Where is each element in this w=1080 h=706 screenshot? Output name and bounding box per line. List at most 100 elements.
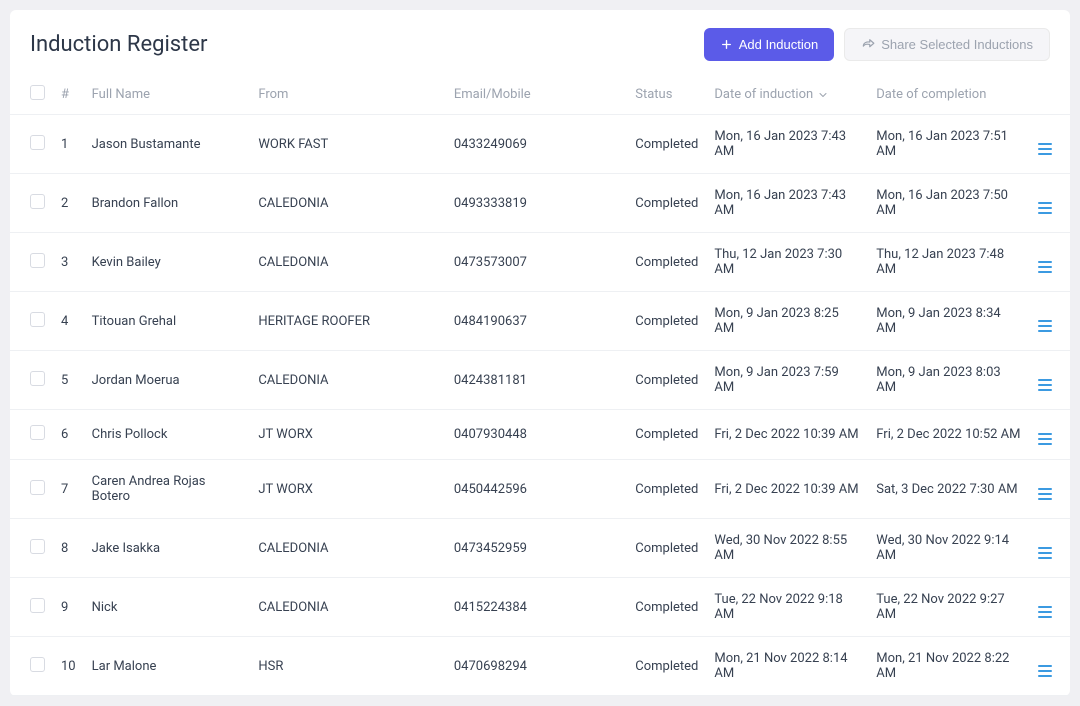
row-contact: 0473452959: [446, 519, 627, 578]
table-row: 9NickCALEDONIA0415224384CompletedTue, 22…: [10, 578, 1070, 637]
table-row: 6Chris PollockJT WORX0407930448Completed…: [10, 410, 1070, 460]
row-checkbox[interactable]: [30, 480, 45, 495]
row-name: Jason Bustamante: [84, 115, 251, 174]
row-contact: 0407930448: [446, 410, 627, 460]
col-induction-label: Date of induction: [714, 87, 813, 102]
row-checkbox[interactable]: [30, 539, 45, 554]
table-row: 10Lar MaloneHSR0470698294CompletedMon, 2…: [10, 637, 1070, 696]
row-name: Titouan Grehal: [84, 292, 251, 351]
select-all-checkbox[interactable]: [30, 85, 45, 100]
row-induction-date: Wed, 30 Nov 2022 8:55 AM: [706, 519, 868, 578]
row-from: JT WORX: [250, 410, 446, 460]
col-from-header[interactable]: From: [250, 75, 446, 115]
row-contact: 0433249069: [446, 115, 627, 174]
row-name: Jordan Moerua: [84, 351, 251, 410]
add-induction-button[interactable]: Add Induction: [704, 28, 835, 61]
row-induction-date: Mon, 9 Jan 2023 8:25 AM: [706, 292, 868, 351]
induction-table: # Full Name From Email/Mobile Status Dat…: [10, 75, 1070, 696]
row-from: CALEDONIA: [250, 233, 446, 292]
row-completion-date: Tue, 22 Nov 2022 9:27 AM: [868, 578, 1030, 637]
row-checkbox[interactable]: [30, 657, 45, 672]
row-num: 9: [53, 578, 84, 637]
row-checkbox[interactable]: [30, 425, 45, 440]
row-contact: 0493333819: [446, 174, 627, 233]
table-row: 5Jordan MoeruaCALEDONIA0424381181Complet…: [10, 351, 1070, 410]
row-status: Completed: [627, 578, 706, 637]
row-menu-icon[interactable]: [1038, 379, 1052, 391]
row-completion-date: Mon, 21 Nov 2022 8:22 AM: [868, 637, 1030, 696]
row-menu-icon[interactable]: [1038, 606, 1052, 618]
row-checkbox[interactable]: [30, 135, 45, 150]
row-menu-icon[interactable]: [1038, 202, 1052, 214]
row-status: Completed: [627, 410, 706, 460]
chevron-down-icon: [817, 89, 829, 101]
row-completion-date: Wed, 30 Nov 2022 9:14 AM: [868, 519, 1030, 578]
page-title: Induction Register: [30, 32, 207, 57]
table-row: 1Jason BustamanteWORK FAST0433249069Comp…: [10, 115, 1070, 174]
row-checkbox[interactable]: [30, 371, 45, 386]
row-induction-date: Mon, 16 Jan 2023 7:43 AM: [706, 174, 868, 233]
row-status: Completed: [627, 460, 706, 519]
table-row: 7Caren Andrea Rojas BoteroJT WORX0450442…: [10, 460, 1070, 519]
share-selected-label: Share Selected Inductions: [881, 37, 1033, 52]
row-status: Completed: [627, 115, 706, 174]
row-contact: 0473573007: [446, 233, 627, 292]
row-contact: 0484190637: [446, 292, 627, 351]
row-menu-icon[interactable]: [1038, 665, 1052, 677]
col-status-header[interactable]: Status: [627, 75, 706, 115]
row-contact: 0424381181: [446, 351, 627, 410]
row-induction-date: Fri, 2 Dec 2022 10:39 AM: [706, 460, 868, 519]
row-from: CALEDONIA: [250, 174, 446, 233]
row-name: Caren Andrea Rojas Botero: [84, 460, 251, 519]
row-menu-icon[interactable]: [1038, 320, 1052, 332]
row-completion-date: Mon, 16 Jan 2023 7:50 AM: [868, 174, 1030, 233]
row-name: Nick: [84, 578, 251, 637]
row-status: Completed: [627, 637, 706, 696]
row-status: Completed: [627, 519, 706, 578]
row-from: CALEDONIA: [250, 351, 446, 410]
row-num: 1: [53, 115, 84, 174]
row-name: Kevin Bailey: [84, 233, 251, 292]
row-from: HSR: [250, 637, 446, 696]
add-induction-label: Add Induction: [739, 37, 819, 52]
row-completion-date: Mon, 16 Jan 2023 7:51 AM: [868, 115, 1030, 174]
row-num: 4: [53, 292, 84, 351]
row-num: 2: [53, 174, 84, 233]
row-name: Jake Isakka: [84, 519, 251, 578]
row-num: 6: [53, 410, 84, 460]
row-completion-date: Sat, 3 Dec 2022 7:30 AM: [868, 460, 1030, 519]
row-menu-icon[interactable]: [1038, 433, 1052, 445]
row-menu-icon[interactable]: [1038, 261, 1052, 273]
row-num: 8: [53, 519, 84, 578]
row-from: CALEDONIA: [250, 578, 446, 637]
row-completion-date: Mon, 9 Jan 2023 8:34 AM: [868, 292, 1030, 351]
row-contact: 0415224384: [446, 578, 627, 637]
row-completion-date: Thu, 12 Jan 2023 7:48 AM: [868, 233, 1030, 292]
row-from: CALEDONIA: [250, 519, 446, 578]
row-menu-icon[interactable]: [1038, 143, 1052, 155]
row-checkbox[interactable]: [30, 194, 45, 209]
row-induction-date: Tue, 22 Nov 2022 9:18 AM: [706, 578, 868, 637]
row-menu-icon[interactable]: [1038, 488, 1052, 500]
table-row: 8Jake IsakkaCALEDONIA0473452959Completed…: [10, 519, 1070, 578]
row-contact: 0470698294: [446, 637, 627, 696]
row-checkbox[interactable]: [30, 253, 45, 268]
col-contact-header[interactable]: Email/Mobile: [446, 75, 627, 115]
row-from: HERITAGE ROOFER: [250, 292, 446, 351]
row-menu-icon[interactable]: [1038, 547, 1052, 559]
row-name: Lar Malone: [84, 637, 251, 696]
col-num-header[interactable]: #: [53, 75, 84, 115]
row-from: JT WORX: [250, 460, 446, 519]
col-induction-header[interactable]: Date of induction: [714, 87, 829, 102]
row-induction-date: Mon, 9 Jan 2023 7:59 AM: [706, 351, 868, 410]
col-name-header[interactable]: Full Name: [84, 75, 251, 115]
share-selected-button[interactable]: Share Selected Inductions: [844, 28, 1050, 61]
row-status: Completed: [627, 351, 706, 410]
row-checkbox[interactable]: [30, 312, 45, 327]
col-completion-header[interactable]: Date of completion: [868, 75, 1030, 115]
table-row: 4Titouan GrehalHERITAGE ROOFER0484190637…: [10, 292, 1070, 351]
row-contact: 0450442596: [446, 460, 627, 519]
row-checkbox[interactable]: [30, 598, 45, 613]
row-num: 5: [53, 351, 84, 410]
row-completion-date: Mon, 9 Jan 2023 8:03 AM: [868, 351, 1030, 410]
